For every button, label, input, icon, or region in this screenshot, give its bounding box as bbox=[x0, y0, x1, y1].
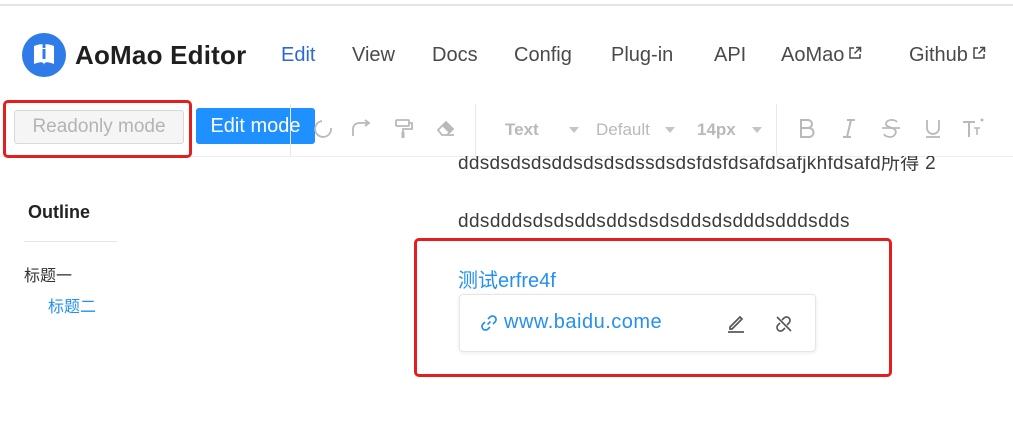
external-link-icon bbox=[849, 46, 862, 59]
toolbar-separator bbox=[475, 104, 476, 156]
nav-edit[interactable]: Edit bbox=[281, 44, 315, 67]
nav-plugin[interactable]: Plug-in bbox=[611, 44, 673, 67]
chevron-down-icon[interactable] bbox=[568, 126, 580, 134]
outline-item-heading-1[interactable]: 标题一 bbox=[24, 262, 72, 286]
nav-aomao[interactable]: AoMao bbox=[781, 44, 862, 67]
strikethrough-icon[interactable] bbox=[879, 117, 903, 139]
external-link-icon bbox=[973, 46, 986, 59]
format-painter-icon[interactable] bbox=[393, 117, 415, 139]
undo-icon[interactable] bbox=[313, 117, 335, 139]
highlight-box-link bbox=[414, 238, 892, 377]
chevron-down-icon[interactable] bbox=[664, 126, 676, 134]
brand-title[interactable]: AoMao Editor bbox=[75, 40, 246, 71]
nav-config[interactable]: Config bbox=[514, 44, 572, 67]
aomao-logo-icon[interactable] bbox=[22, 33, 66, 77]
paragraph-text: ddsdddsdsdsddsddsdsdsddsdsdddsdddsdds bbox=[458, 211, 850, 232]
edit-mode-button[interactable]: Edit mode bbox=[196, 108, 315, 144]
nav-aomao-label: AoMao bbox=[781, 44, 845, 66]
outline-item-heading-2[interactable]: 标题二 bbox=[48, 293, 96, 317]
redo-icon[interactable] bbox=[349, 117, 373, 139]
nav-docs[interactable]: Docs bbox=[432, 44, 478, 67]
underline-icon[interactable] bbox=[922, 117, 944, 139]
nav-api[interactable]: API bbox=[714, 44, 746, 67]
paragraph-text: ddsdsdsdsddsdsdsdssdsdsfdsfdsafdsafjkhfd… bbox=[458, 156, 936, 176]
font-family-select[interactable]: Default bbox=[596, 120, 650, 140]
outline-divider bbox=[24, 241, 117, 242]
italic-icon[interactable] bbox=[838, 117, 860, 139]
bold-icon[interactable] bbox=[796, 117, 818, 139]
paragraph-text-content: ddsdsdsdsddsdsdsdssdsdsfdsfdsafdsafjkhfd… bbox=[458, 156, 937, 174]
nav-github-label: Github bbox=[909, 44, 968, 66]
top-border bbox=[0, 4, 1013, 6]
nav-github[interactable]: Github bbox=[909, 44, 986, 67]
nav-view[interactable]: View bbox=[352, 44, 395, 67]
clear-format-icon[interactable] bbox=[434, 117, 458, 139]
outline-title: Outline bbox=[28, 202, 90, 222]
toolbar-separator bbox=[776, 104, 777, 156]
chevron-down-icon[interactable] bbox=[751, 126, 763, 134]
highlight-box-readonly bbox=[3, 100, 192, 158]
font-style-icon[interactable] bbox=[961, 117, 987, 139]
heading-select[interactable]: Text bbox=[505, 120, 539, 140]
font-size-select[interactable]: 14px bbox=[697, 120, 736, 140]
toolbar-separator bbox=[290, 104, 291, 156]
